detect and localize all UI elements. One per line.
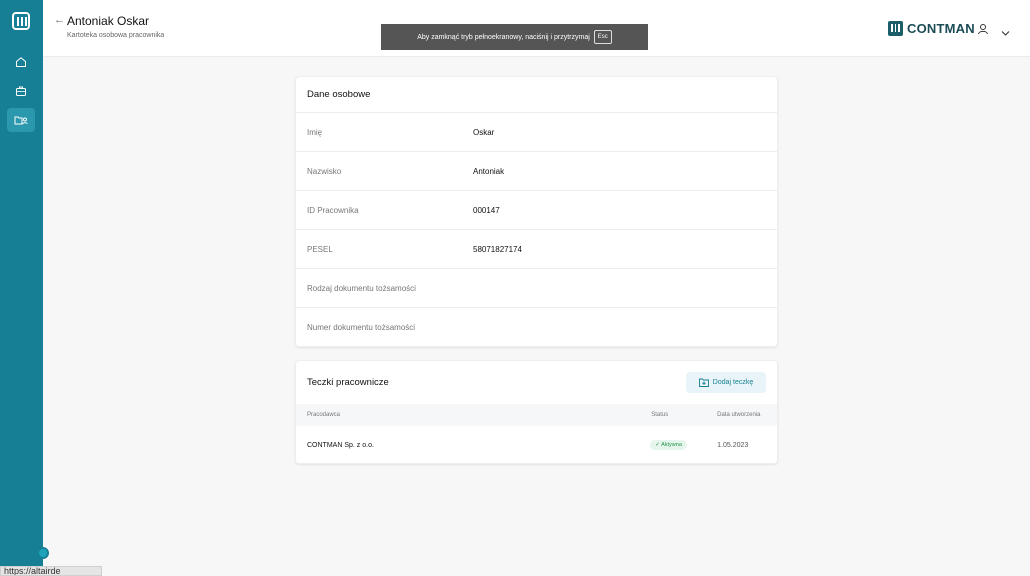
app-logo-icon[interactable]	[12, 12, 30, 30]
status-badge: ✓ Aktywna	[650, 440, 687, 450]
status-bar-url: https://altairde	[0, 566, 102, 576]
folders-header: Teczki pracownicze Dodaj teczkę	[296, 361, 777, 404]
field-row-id-document-type: Rodzaj dokumentu tożsamości	[296, 269, 777, 308]
chevron-down-icon[interactable]	[1001, 24, 1010, 42]
field-value: 000147	[473, 205, 500, 215]
field-label: Numer dokumentu tożsamości	[307, 323, 416, 332]
folder-plus-icon	[698, 378, 709, 387]
table-header: Pracodawca Status Data utworzenia	[296, 404, 777, 426]
user-icon[interactable]	[977, 22, 989, 40]
toast-text: Aby zamknąć tryb pełnoekranowy, naciśnij…	[417, 33, 590, 41]
employee-files-icon[interactable]	[7, 108, 35, 132]
column-date: Data utworzenia	[717, 412, 761, 418]
brand-name: CONTMAN	[907, 21, 975, 36]
status-cell: ✓ Aktywna	[650, 440, 717, 450]
field-label: ID Pracownika	[307, 205, 359, 215]
brand-logo: CONTMAN	[888, 21, 975, 36]
personal-data-title: Dane osobowe	[296, 77, 777, 113]
check-icon: ✓	[655, 442, 660, 448]
field-row-id-document-number: Numer dokumentu tożsamości	[296, 308, 777, 347]
brand-mark-icon	[888, 21, 903, 36]
field-value: Oskar	[473, 127, 495, 137]
home-icon[interactable]	[7, 50, 35, 74]
fullscreen-toast: Aby zamknąć tryb pełnoekranowy, naciśnij…	[381, 24, 648, 50]
field-row-last-name: Nazwisko Antoniak	[296, 152, 777, 191]
sidebar	[0, 0, 49, 576]
column-status: Status	[651, 412, 669, 418]
back-arrow-icon[interactable]: ←	[54, 14, 65, 26]
folders-title: Teczki pracownicze	[307, 377, 389, 388]
field-row-pesel: PESEL 58071827174	[296, 230, 777, 269]
field-value: 58071827174	[473, 244, 522, 254]
column-employer: Pracodawca	[307, 412, 341, 418]
page-subtitle: Kartoteka osobowa pracownika	[67, 32, 165, 39]
field-label: PESEL	[307, 244, 333, 254]
field-row-employee-id: ID Pracownika 000147	[296, 191, 777, 230]
esc-key-hint: Esc	[593, 30, 612, 44]
personal-data-card: Dane osobowe Imię Oskar Nazwisko Antonia…	[295, 76, 778, 347]
employee-folders-card: Teczki pracownicze Dodaj teczkę Pracodaw…	[295, 360, 778, 464]
add-folder-label: Dodaj teczkę	[712, 379, 754, 386]
field-label: Imię	[307, 127, 323, 137]
field-label: Rodzaj dokumentu tożsamości	[307, 283, 416, 293]
sidebar-expand-button[interactable]	[37, 547, 49, 559]
table-row[interactable]: CONTMAN Sp. z o.o. ✓ Aktywna 1.05.2023	[296, 426, 777, 464]
status-label: Aktywna	[661, 442, 682, 448]
created-date: 1.05.2023	[717, 441, 749, 449]
field-row-first-name: Imię Oskar	[296, 113, 777, 152]
employer-name: CONTMAN Sp. z o.o.	[307, 441, 374, 449]
field-value: Antoniak	[473, 166, 505, 176]
briefcase-icon[interactable]	[7, 79, 35, 103]
field-label: Nazwisko	[307, 166, 342, 176]
add-folder-button[interactable]: Dodaj teczkę	[686, 372, 766, 393]
page-title: Antoniak Oskar	[67, 14, 150, 28]
